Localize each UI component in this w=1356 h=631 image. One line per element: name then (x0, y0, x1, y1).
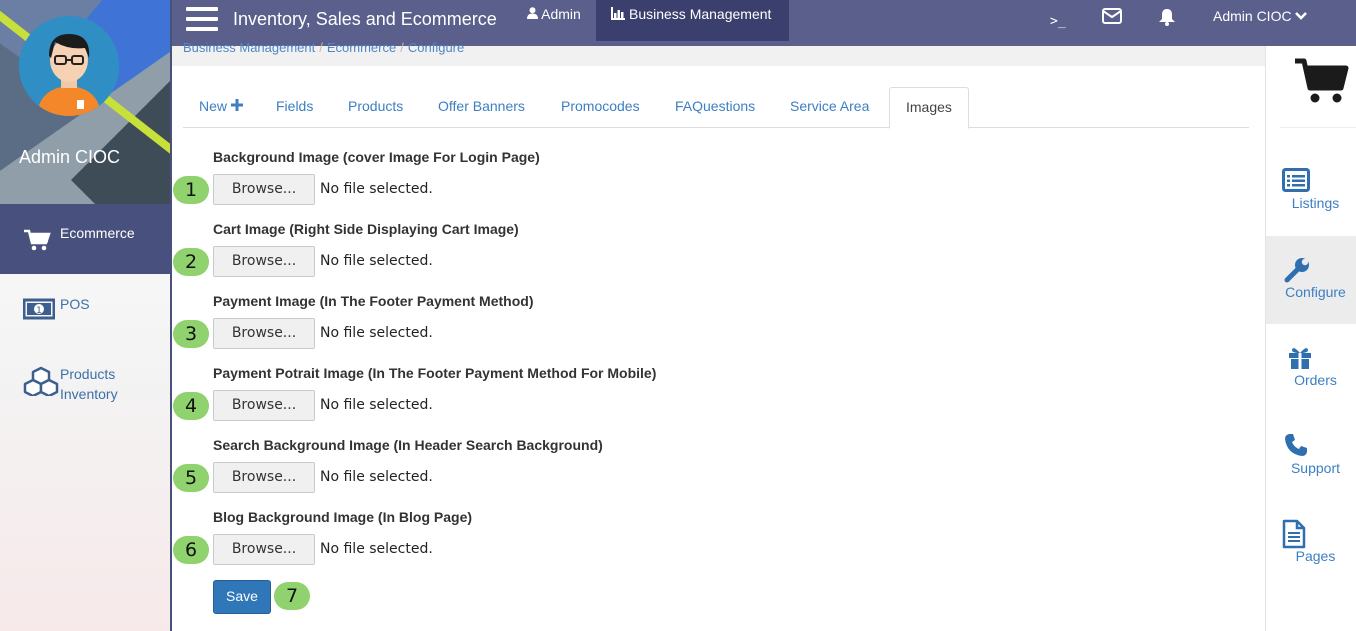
file-status: No file selected. (320, 253, 433, 269)
breadcrumb: Business Management / Ecommerce / Configure (183, 40, 465, 55)
sidebar-item-label: POS (60, 296, 90, 312)
field-label: Cart Image (Right Side Displaying Cart I… (213, 221, 519, 237)
tab-bar: New Fields Products Offer Banners Promoc… (183, 87, 1249, 129)
business-management-tab[interactable]: Business Management (596, 0, 789, 41)
chart-icon (611, 7, 625, 25)
list-icon (1282, 168, 1310, 195)
browse-button[interactable]: Browse... (213, 462, 315, 493)
save-button[interactable]: Save (213, 580, 271, 614)
tab-service-area[interactable]: Service Area (774, 87, 885, 128)
field-label: Blog Background Image (In Blog Page) (213, 509, 473, 525)
sidebar-item-products-inventory[interactable]: Products Inventory (0, 350, 170, 420)
browse-button[interactable]: Browse... (213, 246, 315, 277)
main-content: New Fields Products Offer Banners Promoc… (172, 40, 1265, 631)
cart-area[interactable] (1280, 46, 1356, 128)
tab-products[interactable]: Products (332, 87, 419, 128)
right-item-label: Orders (1294, 372, 1337, 388)
app-title: Inventory, Sales and Ecommerce (233, 9, 497, 29)
right-item-label: Pages (1295, 548, 1336, 564)
step-badge: 2 (173, 248, 209, 276)
right-item-pages[interactable]: Pages (1266, 500, 1356, 588)
menu-icon[interactable] (186, 7, 218, 33)
step-badge: 7 (274, 582, 310, 610)
field-label: Background Image (cover Image For Login … (213, 149, 540, 165)
cash-icon: 1 (22, 298, 56, 323)
tab-promocodes[interactable]: Promocodes (545, 87, 656, 128)
sidebar-item-label: Products Inventory (60, 366, 118, 402)
right-sidebar: Listings Configure Orders Support Pages (1265, 46, 1356, 631)
chevron-down-icon (1295, 12, 1308, 20)
step-badge: 1 (173, 176, 209, 204)
profile-card: Admin CIOC (0, 0, 170, 204)
file-status: No file selected. (320, 397, 433, 413)
breadcrumb-link[interactable]: Configure (408, 40, 464, 55)
step-badge: 6 (173, 536, 209, 564)
step-badge: 5 (173, 464, 209, 492)
right-item-label: Listings (1291, 195, 1340, 211)
right-item-support[interactable]: Support (1266, 412, 1356, 500)
field-label: Payment Image (In The Footer Payment Met… (213, 293, 534, 309)
tab-new[interactable]: New (183, 87, 259, 128)
profile-name: Admin CIOC (19, 147, 121, 167)
field-label: Search Background Image (In Header Searc… (213, 437, 603, 453)
cart-icon (23, 228, 51, 255)
right-item-label: Configure (1285, 284, 1346, 300)
field-label: Payment Potrait Image (In The Footer Pay… (213, 365, 657, 381)
right-item-label: Support (1290, 460, 1341, 476)
plus-icon (230, 99, 243, 111)
avatar (19, 16, 119, 116)
wrench-icon (1284, 257, 1310, 286)
business-management-label: Business Management (629, 6, 772, 22)
cubes-icon (23, 366, 59, 399)
step-badge: 4 (173, 392, 209, 420)
sidebar-item-label: Ecommerce (60, 225, 135, 241)
sidebar-item-ecommerce[interactable]: Ecommerce (0, 204, 170, 274)
shopping-cart-icon (1293, 56, 1349, 109)
tab-faquestions[interactable]: FAQuestions (659, 87, 771, 128)
step-badge: 3 (173, 320, 209, 348)
terminal-icon[interactable]: >_ (1050, 14, 1066, 29)
svg-text:1: 1 (36, 306, 42, 316)
browse-button[interactable]: Browse... (213, 390, 315, 421)
bell-icon[interactable] (1158, 8, 1176, 31)
admin-link[interactable]: Admin (527, 6, 581, 22)
phone-icon (1284, 433, 1308, 460)
browse-button[interactable]: Browse... (213, 318, 315, 349)
sidebar-item-pos[interactable]: 1 POS (0, 274, 170, 344)
right-item-listings[interactable]: Listings (1266, 147, 1356, 235)
tab-fields[interactable]: Fields (260, 87, 329, 128)
file-status: No file selected. (320, 181, 433, 197)
breadcrumb-link[interactable]: Business Management (183, 40, 315, 55)
browse-button[interactable]: Browse... (213, 174, 315, 205)
file-status: No file selected. (320, 325, 433, 341)
breadcrumb-link[interactable]: Ecommerce (327, 40, 396, 55)
left-sidebar: Admin CIOC Ecommerce 1 POS Products Inven… (0, 0, 172, 631)
envelope-icon[interactable] (1102, 8, 1122, 29)
user-menu[interactable]: Admin CIOC (1213, 8, 1308, 24)
right-item-configure[interactable]: Configure (1266, 236, 1356, 324)
tab-images[interactable]: Images (889, 87, 969, 129)
tab-offer-banners[interactable]: Offer Banners (422, 87, 541, 128)
configure-card: New Fields Products Offer Banners Promoc… (172, 66, 1265, 631)
file-status: No file selected. (320, 541, 433, 557)
gift-icon (1287, 345, 1313, 372)
right-item-orders[interactable]: Orders (1266, 324, 1356, 412)
file-status: No file selected. (320, 469, 433, 485)
user-icon (527, 7, 538, 19)
browse-button[interactable]: Browse... (213, 534, 315, 565)
